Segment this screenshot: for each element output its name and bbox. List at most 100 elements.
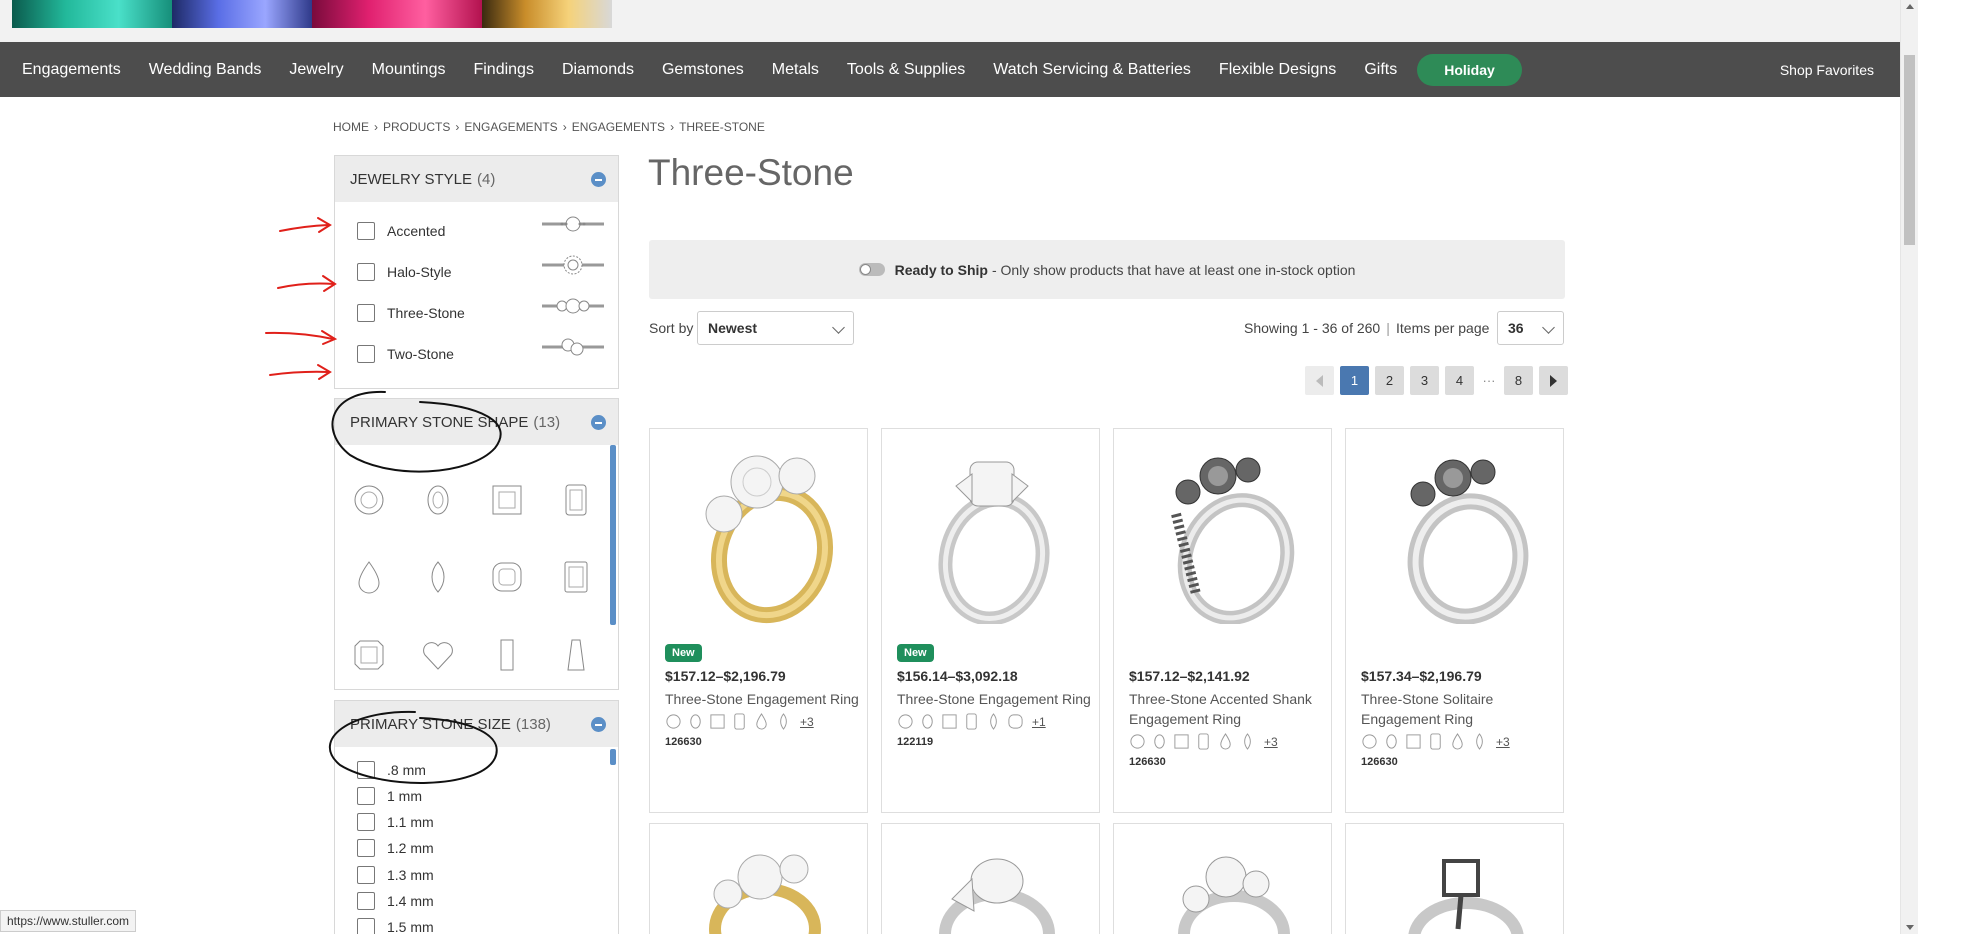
oval-shape-icon[interactable] — [1151, 733, 1168, 750]
product-name[interactable]: Three-Stone Solitaire Engagement Ring — [1361, 689, 1556, 729]
page-2[interactable]: 2 — [1375, 366, 1404, 395]
round-shape-icon[interactable] — [897, 713, 914, 730]
asscher-shape-icon[interactable] — [351, 637, 387, 673]
princess-shape-icon[interactable] — [489, 482, 525, 518]
princess-shape-icon[interactable] — [1173, 733, 1190, 750]
product-card[interactable] — [649, 823, 868, 934]
nav-holiday-button[interactable]: Holiday — [1417, 53, 1522, 86]
breadcrumb-engagements-sub[interactable]: ENGAGEMENTS — [572, 120, 665, 134]
princess-shape-icon[interactable] — [709, 713, 726, 730]
nav-jewelry[interactable]: Jewelry — [275, 61, 357, 79]
checkbox[interactable] — [357, 222, 375, 240]
filter-size-option[interactable]: 1.2 mm — [357, 839, 434, 857]
filter-option-two-stone[interactable]: Two-Stone — [357, 345, 454, 363]
filter-size-option[interactable]: 1.4 mm — [357, 892, 434, 910]
checkbox[interactable] — [357, 761, 375, 779]
nav-diamonds[interactable]: Diamonds — [548, 61, 648, 79]
filter-option-accented[interactable]: Accented — [357, 222, 445, 240]
pear-shape-icon[interactable] — [753, 713, 770, 730]
tapered-baguette-shape-icon[interactable] — [558, 637, 594, 673]
filter-stone-size-header[interactable]: PRIMARY STONE SIZE (138) — [335, 701, 618, 747]
marquise-shape-icon[interactable] — [985, 713, 1002, 730]
checkbox[interactable] — [357, 787, 375, 805]
page-scrollbar[interactable] — [1900, 0, 1918, 934]
page-1[interactable]: 1 — [1340, 366, 1369, 395]
items-per-page-select[interactable]: 36 — [1497, 311, 1564, 345]
breadcrumb-products[interactable]: PRODUCTS — [383, 120, 450, 134]
checkbox[interactable] — [357, 918, 375, 934]
filter-option-three-stone[interactable]: Three-Stone — [357, 304, 465, 322]
nav-wedding-bands[interactable]: Wedding Bands — [135, 61, 276, 79]
princess-shape-icon[interactable] — [1405, 733, 1422, 750]
checkbox[interactable] — [357, 263, 375, 281]
marquise-shape-icon[interactable] — [1239, 733, 1256, 750]
checkbox[interactable] — [357, 892, 375, 910]
product-card[interactable]: New $156.14–$3,092.18 Three-Stone Engage… — [881, 428, 1100, 813]
product-card[interactable] — [1113, 823, 1332, 934]
product-card[interactable]: $157.12–$2,141.92 Three-Stone Accented S… — [1113, 428, 1332, 813]
nav-findings[interactable]: Findings — [459, 61, 547, 79]
product-card[interactable]: $157.34–$2,196.79 Three-Stone Solitaire … — [1345, 428, 1564, 813]
next-page-button[interactable] — [1539, 366, 1568, 395]
oval-shape-icon[interactable] — [420, 482, 456, 518]
filter-size-option[interactable]: 1 mm — [357, 787, 422, 805]
heart-shape-icon[interactable] — [420, 637, 456, 673]
oval-shape-icon[interactable] — [919, 713, 936, 730]
round-shape-icon[interactable] — [1129, 733, 1146, 750]
ready-to-ship-toggle[interactable] — [858, 263, 885, 276]
marquise-shape-icon[interactable] — [420, 559, 456, 595]
pear-shape-icon[interactable] — [1217, 733, 1234, 750]
more-shapes-link[interactable]: +3 — [1496, 735, 1510, 749]
marquise-shape-icon[interactable] — [1471, 733, 1488, 750]
emerald-shape-icon[interactable] — [1195, 733, 1212, 750]
page-3[interactable]: 3 — [1410, 366, 1439, 395]
nav-engagements[interactable]: Engagements — [0, 61, 135, 79]
pear-shape-icon[interactable] — [351, 559, 387, 595]
page-4[interactable]: 4 — [1445, 366, 1474, 395]
filter-size-option[interactable]: 1.1 mm — [357, 813, 434, 831]
checkbox[interactable] — [357, 839, 375, 857]
nav-mountings[interactable]: Mountings — [358, 61, 460, 79]
round-shape-icon[interactable] — [1361, 733, 1378, 750]
breadcrumb-engagements[interactable]: ENGAGEMENTS — [464, 120, 557, 134]
round-shape-icon[interactable] — [665, 713, 682, 730]
checkbox[interactable] — [357, 345, 375, 363]
pear-shape-icon[interactable] — [1449, 733, 1466, 750]
product-name[interactable]: Three-Stone Engagement Ring — [897, 689, 1092, 709]
filter-stone-shape-header[interactable]: PRIMARY STONE SHAPE (13) — [335, 399, 618, 445]
collapse-icon[interactable] — [591, 172, 606, 187]
nav-watch-servicing[interactable]: Watch Servicing & Batteries — [979, 61, 1205, 79]
checkbox[interactable] — [357, 813, 375, 831]
baguette-shape-icon[interactable] — [489, 637, 525, 673]
scroll-thumb[interactable] — [1904, 55, 1915, 245]
filter-size-option[interactable]: .8 mm — [357, 761, 426, 779]
nav-tools-supplies[interactable]: Tools & Supplies — [833, 61, 979, 79]
filter-jewelry-style-header[interactable]: JEWELRY STYLE (4) — [335, 156, 618, 202]
more-shapes-link[interactable]: +3 — [800, 715, 814, 729]
emerald-shape-icon[interactable] — [558, 482, 594, 518]
round-shape-icon[interactable] — [351, 482, 387, 518]
filter-option-halo-style[interactable]: Halo-Style — [357, 263, 452, 281]
emerald-shape-icon[interactable] — [731, 713, 748, 730]
cushion-shape-icon[interactable] — [489, 559, 525, 595]
checkbox[interactable] — [357, 304, 375, 322]
emerald-shape-icon[interactable] — [963, 713, 980, 730]
nav-gemstones[interactable]: Gemstones — [648, 61, 758, 79]
nav-gifts[interactable]: Gifts — [1350, 61, 1411, 79]
gemstone-banner[interactable] — [12, 0, 612, 28]
oval-shape-icon[interactable] — [1383, 733, 1400, 750]
checkbox[interactable] — [357, 866, 375, 884]
panel-scrollbar[interactable] — [610, 445, 616, 625]
product-card[interactable] — [1345, 823, 1564, 934]
nav-metals[interactable]: Metals — [758, 61, 833, 79]
radiant-shape-icon[interactable] — [558, 559, 594, 595]
breadcrumb-home[interactable]: HOME — [333, 120, 369, 134]
princess-shape-icon[interactable] — [941, 713, 958, 730]
more-shapes-link[interactable]: +3 — [1264, 735, 1278, 749]
prev-page-button[interactable] — [1305, 366, 1334, 395]
filter-size-option[interactable]: 1.5 mm — [357, 918, 434, 934]
shop-favorites-link[interactable]: Shop Favorites — [1780, 62, 1874, 78]
sort-select[interactable]: Newest — [697, 311, 854, 345]
emerald-shape-icon[interactable] — [1427, 733, 1444, 750]
oval-shape-icon[interactable] — [687, 713, 704, 730]
